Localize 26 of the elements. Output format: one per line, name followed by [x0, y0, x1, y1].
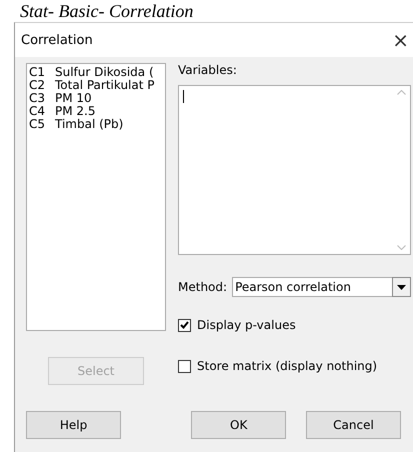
column-list[interactable]: C1 Sulfur Dikosida ( C2 Total Partikulat P C3 PM 10 C4 PM 2.5 C5 Timbal (Pb)	[26, 63, 166, 331]
checkbox-label[interactable]: Display p-values	[197, 318, 296, 332]
column-name[interactable]: PM 2.5	[55, 105, 96, 118]
column-name[interactable]: Timbal (Pb)	[55, 118, 124, 131]
column-id: C4	[29, 105, 46, 118]
column-id: C3	[29, 92, 46, 105]
variables-label: Variables:	[178, 63, 238, 79]
checkbox[interactable]	[178, 318, 191, 332]
column-id: C5	[29, 118, 46, 131]
column-name[interactable]: Sulfur Dikosida (	[55, 66, 154, 79]
caret-icon	[397, 284, 406, 290]
dropdown-button[interactable]	[392, 277, 412, 297]
ok-button[interactable]: OK	[191, 411, 286, 439]
column-id: C1	[29, 66, 46, 79]
close-button[interactable]: ×	[392, 28, 409, 52]
checkbox[interactable]	[178, 360, 191, 372]
method-dropdown[interactable]: Pearson correlation	[232, 277, 392, 297]
help-button[interactable]: Help	[26, 411, 122, 439]
checkbox-label[interactable]: Store matrix (display nothing)	[197, 359, 378, 373]
cancel-button[interactable]: Cancel	[306, 411, 402, 439]
column-name[interactable]: Total Partikulat P	[55, 79, 154, 92]
column-id: C2	[29, 79, 46, 92]
method-label: Method:	[178, 280, 228, 294]
window-title: Correlation	[21, 32, 93, 48]
column-name[interactable]: PM 10	[55, 92, 92, 105]
caption: Stat- Basic- Correlation	[19, 0, 194, 22]
